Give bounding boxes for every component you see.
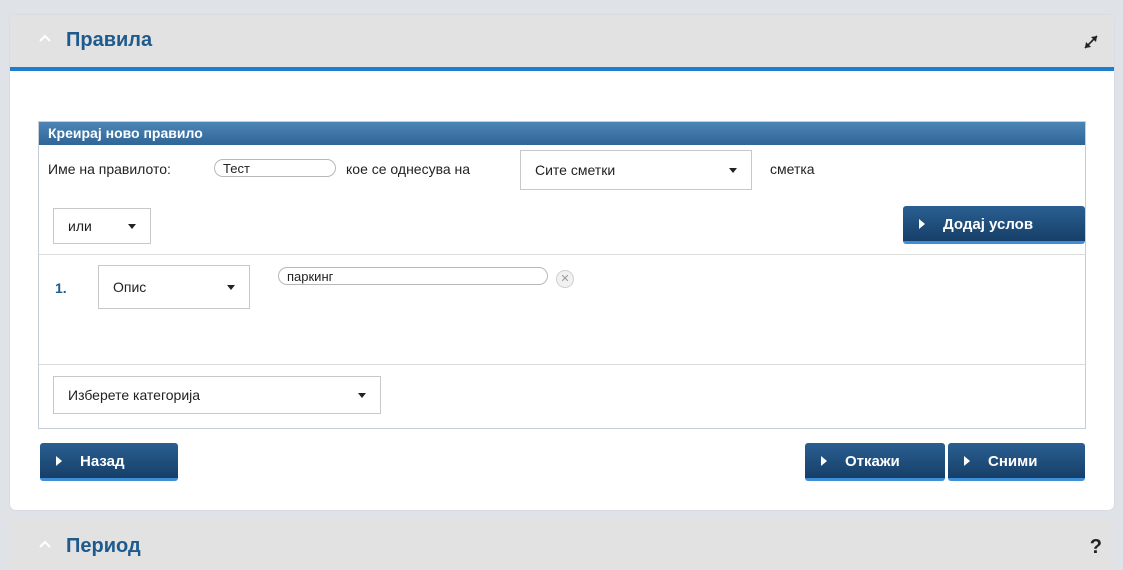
expand-icon[interactable] [1082,33,1100,51]
chevron-up-icon[interactable] [39,34,51,42]
chevron-down-icon [128,224,136,229]
category-select[interactable]: Изберете категорија [53,376,381,414]
chevron-down-icon [358,393,366,398]
account-suffix-label: сметка [770,161,815,177]
period-panel-title: Период [66,535,141,557]
divider [39,254,1085,255]
applies-to-label: кое се однесува на [346,161,471,177]
rules-panel-title: Правила [66,29,153,51]
play-icon [964,456,970,466]
create-rule-heading: Креирај ново правило [39,122,1085,145]
logic-select-value: или [68,218,92,234]
play-icon [919,219,925,229]
chevron-up-icon[interactable] [39,540,51,548]
create-rule-form: Креирај ново правило Име на правилото: Т… [38,121,1086,429]
help-icon[interactable]: ? [1090,536,1102,559]
back-button[interactable]: Назад [40,443,178,481]
play-icon [821,456,827,466]
account-select[interactable]: Сите сметки [520,150,752,190]
play-icon [56,456,62,466]
rules-panel-header[interactable]: Правила [10,15,1114,71]
account-select-value: Сите сметки [535,162,616,178]
chevron-down-icon [729,168,737,173]
rules-panel: Правила Креирај ново правило Име на прав… [10,15,1114,510]
condition-field-select[interactable]: Опис [98,265,250,309]
rule-name-label: Име на правилото: [48,161,171,177]
cancel-button[interactable]: Откажи [805,443,945,481]
save-button[interactable]: Сними [948,443,1085,481]
period-panel-header[interactable]: Период ? [10,520,1114,570]
condition-index: 1. [55,280,67,296]
remove-condition-icon[interactable]: ✕ [556,270,574,288]
condition-value-input[interactable]: паркинг [278,267,548,285]
add-condition-button[interactable]: Додај услов [903,206,1085,244]
logic-select[interactable]: или [53,208,151,244]
chevron-down-icon [227,285,235,290]
divider [39,364,1085,365]
rule-name-input[interactable]: Тест [214,159,336,177]
condition-field-value: Опис [113,279,147,295]
category-select-value: Изберете категорија [68,387,201,403]
